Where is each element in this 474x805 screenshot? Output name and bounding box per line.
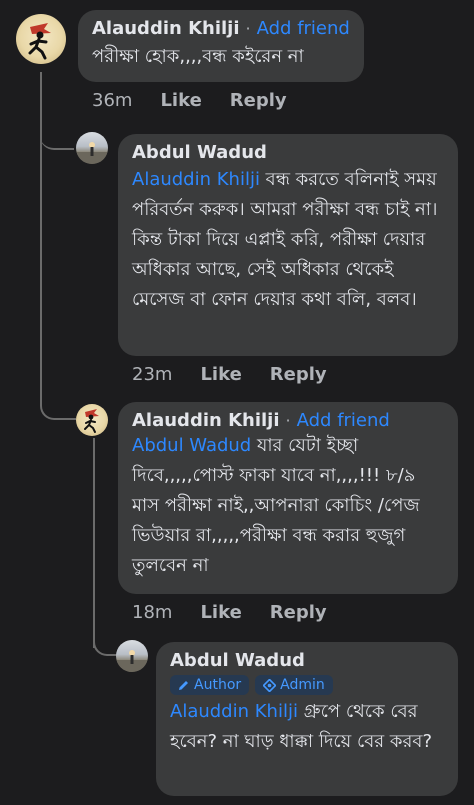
comment-bubble: Abdul Wadud Alauddin Khilji বন্ধ করতে বল…: [118, 134, 458, 356]
comment-actions: 36m Like Reply: [92, 90, 287, 111]
comment-author[interactable]: Abdul Wadud: [170, 650, 305, 671]
comment-text: Abdul Wadud যার যেটা ইচ্ছা দিবে,,,,,পোস্…: [132, 431, 444, 581]
reply-button[interactable]: Reply: [270, 602, 327, 623]
comment-author[interactable]: Abdul Wadud: [132, 142, 267, 163]
author-badge: Author: [170, 675, 250, 695]
mention-link[interactable]: Alauddin Khilji: [170, 701, 298, 722]
admin-diamond-icon: [263, 678, 277, 692]
comment-bubble: Alauddin Khilji · Add friend পরীক্ষা হোক…: [78, 10, 364, 82]
comment-time[interactable]: 36m: [92, 90, 132, 111]
thread-connector: [40, 128, 74, 150]
avatar[interactable]: [116, 640, 148, 672]
comment-actions: 23m Like Reply: [132, 364, 327, 385]
comment-time[interactable]: 23m: [132, 364, 172, 385]
thread-line-main: [40, 72, 42, 350]
admin-badge: Admin: [255, 675, 333, 695]
mention-link[interactable]: Abdul Wadud: [132, 435, 251, 456]
comment-text-rest: দিবে,,,,,পোস্ট ফাকা যাবে না,,,,!!! ৮/৯ ম…: [132, 465, 420, 576]
like-button[interactable]: Like: [200, 364, 241, 385]
comment-text-rest: সময় পরিবর্তন করুক। আমরা পরীক্ষা বন্ধ চা…: [132, 169, 438, 310]
comment-text: পরীক্ষা হোক,,,,বন্ধ কইরেন না: [92, 46, 304, 67]
reply-button[interactable]: Reply: [270, 364, 327, 385]
comment-text-line: গ্রুপে থেকে: [297, 701, 385, 722]
comment-text: Alauddin Khilji গ্রুপে থেকে বের হবেন? না…: [170, 697, 444, 757]
comment-thread: Alauddin Khilji · Add friend পরীক্ষা হোক…: [0, 0, 474, 805]
runner-flag-icon: [28, 23, 51, 60]
comment-bubble: Alauddin Khilji · Add friend Abdul Wadud…: [118, 402, 458, 594]
comment-author[interactable]: Alauddin Khilji: [132, 410, 280, 431]
comment-text-line: যার যেটা ইচ্ছা: [251, 435, 359, 456]
reply-button[interactable]: Reply: [230, 90, 287, 111]
add-friend-link[interactable]: Add friend: [257, 18, 350, 39]
pencil-icon: [179, 681, 188, 690]
mention-link[interactable]: Alauddin Khilji: [132, 169, 260, 190]
thread-connector: [40, 340, 76, 420]
comment-author[interactable]: Alauddin Khilji: [92, 18, 240, 39]
separator-dot: ·: [245, 19, 251, 38]
avatar[interactable]: [76, 404, 108, 436]
runner-flag-icon: [84, 409, 99, 433]
person-sunset-icon: [76, 142, 108, 164]
thread-line-nested: [93, 438, 95, 648]
thread-connector: [93, 620, 117, 656]
add-friend-link[interactable]: Add friend: [297, 410, 390, 431]
comment-time[interactable]: 18m: [132, 602, 172, 623]
comment-text-line: বন্ধ করতে বলিনাই: [259, 169, 399, 190]
author-badge-label: Author: [194, 677, 242, 693]
comment-actions: 18m Like Reply: [132, 602, 327, 623]
comment-text: Alauddin Khilji বন্ধ করতে বলিনাই সময় পর…: [132, 165, 444, 315]
person-sunset-icon: [116, 650, 148, 672]
like-button[interactable]: Like: [160, 90, 201, 111]
avatar[interactable]: [76, 132, 108, 164]
admin-badge-label: Admin: [280, 677, 325, 693]
comment-bubble: Abdul Wadud Author Admin Alauddin Khilji…: [156, 642, 458, 796]
separator-dot: ·: [285, 411, 291, 430]
like-button[interactable]: Like: [200, 602, 241, 623]
role-badges: Author Admin: [170, 675, 444, 695]
avatar[interactable]: [16, 14, 66, 64]
